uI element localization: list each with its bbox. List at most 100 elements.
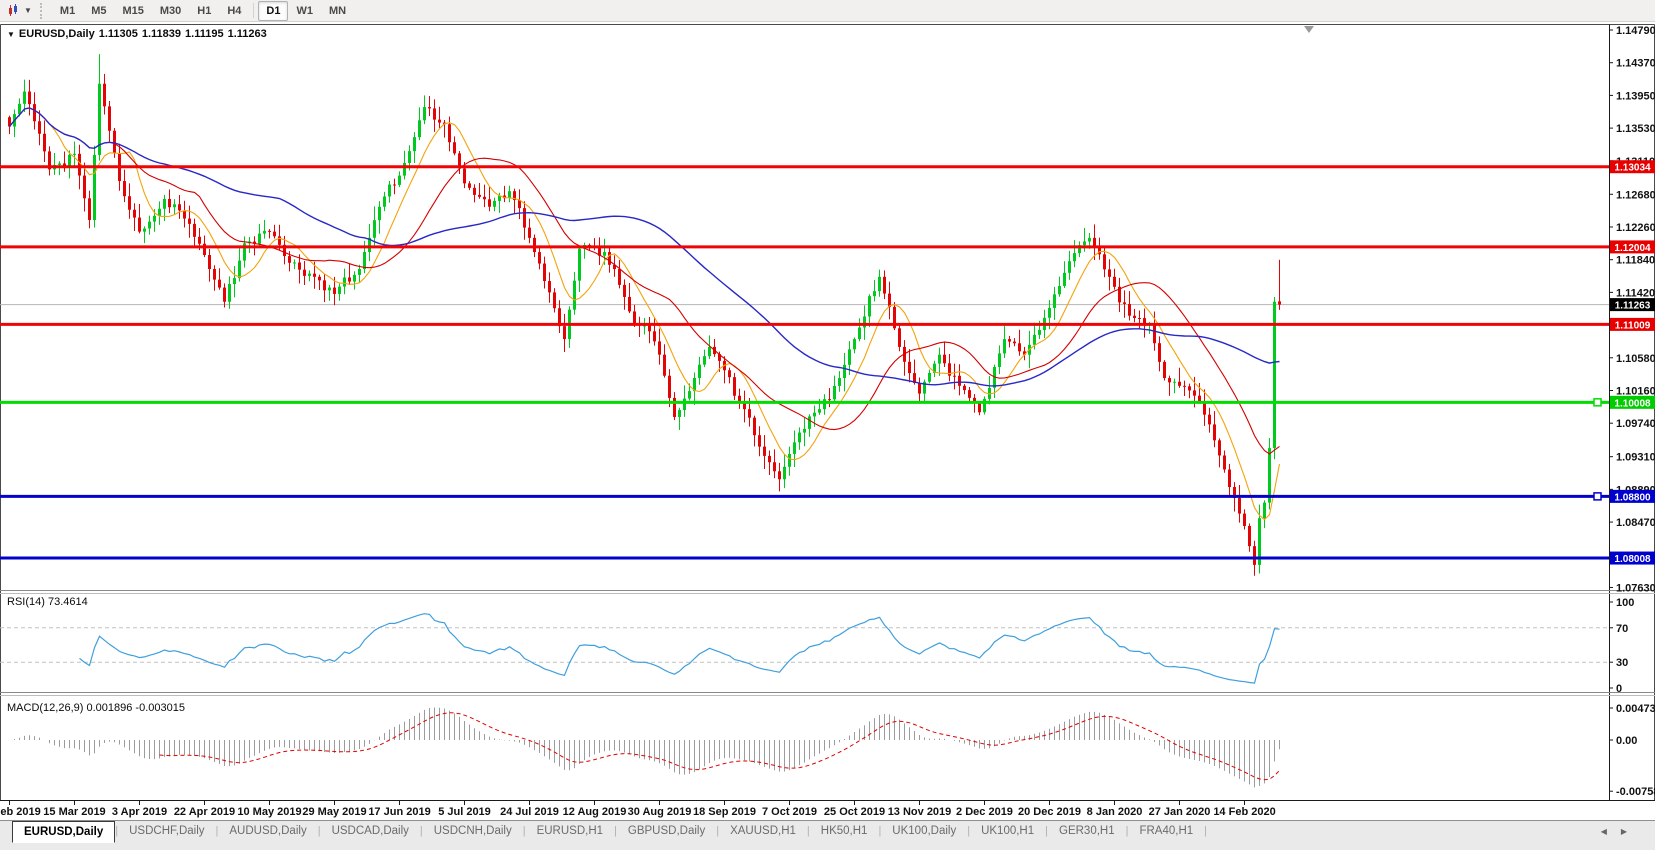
chart-symbol-label: EURUSD,Daily [19, 28, 95, 40]
tab-fra40-h1[interactable]: FRA40,H1 [1128, 822, 1204, 841]
svg-text:20 Dec 2019: 20 Dec 2019 [1018, 806, 1081, 818]
chart-title: ▼ EURUSD,Daily 1.11305 1.11839 1.11195 1.1126… [7, 28, 267, 40]
candlestick-chart-icon [8, 4, 22, 17]
timeframe-button-M5[interactable]: M5 [83, 1, 114, 21]
svg-text:14 Feb 2020: 14 Feb 2020 [1213, 806, 1275, 818]
svg-text:13 Nov 2019: 13 Nov 2019 [888, 806, 952, 818]
timeframe-button-MN[interactable]: MN [321, 1, 354, 21]
svg-text:1.09310: 1.09310 [1616, 452, 1655, 464]
toolbar-separator [253, 3, 254, 18]
svg-text:1.11420: 1.11420 [1616, 287, 1655, 299]
svg-text:1.10160: 1.10160 [1616, 385, 1655, 397]
ohlc-high: 1.11839 [142, 28, 181, 40]
svg-text:1.13034: 1.13034 [1614, 163, 1651, 174]
symbol-tabs: EURUSD,Daily|USDCHF,Daily|AUDUSD,Daily|U… [12, 821, 1207, 843]
hline-1.08800[interactable] [0, 493, 1609, 500]
macd-indicator-label: MACD(12,26,9) 0.001896 -0.003015 [7, 702, 185, 714]
svg-text:2 Dec 2019: 2 Dec 2019 [956, 806, 1013, 818]
timeframe-button-D1[interactable]: D1 [258, 1, 288, 21]
tab-xauusd-h1[interactable]: XAUUSD,H1 [719, 822, 807, 841]
tab-scroll-right-icon[interactable]: ▶ [1621, 827, 1627, 836]
tab-uk100-h1[interactable]: UK100,H1 [970, 822, 1045, 841]
tab-audusd-daily[interactable]: AUDUSD,Daily [218, 822, 317, 841]
rsi-panel [0, 628, 1609, 662]
ohlc-close: 1.11263 [228, 28, 267, 40]
tab-usdchf-daily[interactable]: USDCHF,Daily [118, 822, 215, 841]
hline-drag-handle [1594, 399, 1601, 406]
svg-text:100: 100 [1616, 597, 1634, 609]
svg-text:1.08800: 1.08800 [1614, 492, 1651, 503]
tab-usdcad-daily[interactable]: USDCAD,Daily [321, 822, 420, 841]
svg-text:24 Jul 2019: 24 Jul 2019 [500, 806, 559, 818]
tab-gbpusd-daily[interactable]: GBPUSD,Daily [617, 822, 716, 841]
price-marker-1.10008: 1.10008 [1610, 396, 1655, 410]
svg-text:10 May 2019: 10 May 2019 [237, 806, 301, 818]
svg-text:1.10580: 1.10580 [1616, 353, 1655, 365]
toolbar-grip [40, 3, 46, 19]
rsi-line [80, 614, 1280, 683]
svg-text:1.11263: 1.11263 [1615, 301, 1651, 312]
tab-uk100-daily[interactable]: UK100,Daily [881, 822, 967, 841]
svg-text:-0.0075844: -0.0075844 [1616, 786, 1655, 798]
timeframe-button-M30[interactable]: M30 [152, 1, 189, 21]
price-axis: 1.147901.143701.139501.135301.131101.126… [1609, 25, 1655, 798]
tab-usdcnh-daily[interactable]: USDCNH,Daily [423, 822, 523, 841]
price-marker-1.08800: 1.08800 [1610, 490, 1655, 504]
svg-text:1.09740: 1.09740 [1616, 418, 1655, 430]
svg-text:30: 30 [1616, 657, 1628, 669]
svg-text:1.13530: 1.13530 [1616, 123, 1655, 135]
svg-text:27 Jan 2020: 27 Jan 2020 [1149, 806, 1211, 818]
svg-text:18 Sep 2019: 18 Sep 2019 [693, 806, 756, 818]
svg-text:8 Jan 2020: 8 Jan 2020 [1087, 806, 1143, 818]
timeframe-toolbar: ▼ M1M5M15M30H1H4 D1W1MN [0, 0, 1655, 22]
svg-text:0.004738: 0.004738 [1616, 703, 1655, 715]
symbol-dropdown-icon[interactable]: ▼ [7, 30, 15, 39]
svg-text:17 Jun 2019: 17 Jun 2019 [368, 806, 430, 818]
svg-text:1.11009: 1.11009 [1615, 320, 1651, 331]
svg-text:1.12260: 1.12260 [1616, 222, 1655, 234]
tab-scroll-left-icon[interactable]: ◀ [1601, 827, 1607, 836]
timeframe-button-W1[interactable]: W1 [288, 1, 321, 21]
svg-text:1.14790: 1.14790 [1616, 25, 1655, 37]
timeframe-button-M1[interactable]: M1 [52, 1, 83, 21]
price-marker-1.13034: 1.13034 [1610, 160, 1655, 174]
chart-frame [0, 25, 1655, 801]
tab-ger30-h1[interactable]: GER30,H1 [1048, 822, 1126, 841]
price-marker-1.11009: 1.11009 [1610, 318, 1655, 332]
tab-eurusd-h1[interactable]: EURUSD,H1 [526, 822, 614, 841]
chevron-down-icon: ▼ [24, 6, 32, 15]
rsi-indicator-label: RSI(14) 73.4614 [7, 596, 88, 608]
svg-text:1.12680: 1.12680 [1616, 189, 1655, 201]
hline-1.10008[interactable] [0, 399, 1609, 406]
svg-text:1.08008: 1.08008 [1614, 554, 1651, 565]
svg-text:1.07630: 1.07630 [1616, 582, 1655, 594]
svg-text:22 Apr 2019: 22 Apr 2019 [174, 806, 235, 818]
svg-text:30 Aug 2019: 30 Aug 2019 [628, 806, 692, 818]
svg-text:0: 0 [1616, 683, 1622, 695]
svg-text:1.08470: 1.08470 [1616, 517, 1655, 529]
chart-canvas[interactable]: 1.147901.143701.139501.135301.131101.126… [0, 22, 1655, 820]
svg-text:29 May 2019: 29 May 2019 [302, 806, 366, 818]
timeframe-button-H1[interactable]: H1 [189, 1, 219, 21]
tab-scroll-controls: ◀ ▶ [1601, 821, 1627, 836]
svg-text:5 Jul 2019: 5 Jul 2019 [438, 806, 491, 818]
tab-separator: | [1204, 821, 1207, 837]
svg-text:25 Feb 2019: 25 Feb 2019 [0, 806, 41, 818]
svg-text:3 Apr 2019: 3 Apr 2019 [112, 806, 167, 818]
svg-text:12 Aug 2019: 12 Aug 2019 [563, 806, 627, 818]
timeframe-button-H4[interactable]: H4 [219, 1, 249, 21]
chart-type-button[interactable]: ▼ [4, 3, 36, 18]
svg-text:1.12004: 1.12004 [1614, 243, 1651, 254]
tab-eurusd-daily[interactable]: EURUSD,Daily [12, 821, 115, 843]
timeframe-buttons: M1M5M15M30H1H4 D1W1MN [52, 1, 354, 21]
timeframe-button-M15[interactable]: M15 [114, 1, 151, 21]
svg-text:1.13950: 1.13950 [1616, 90, 1655, 102]
svg-text:7 Oct 2019: 7 Oct 2019 [762, 806, 817, 818]
svg-text:25 Oct 2019: 25 Oct 2019 [824, 806, 885, 818]
svg-text:15 Mar 2019: 15 Mar 2019 [43, 806, 105, 818]
ohlc-low: 1.11195 [185, 28, 224, 40]
price-marker-1.12004: 1.12004 [1610, 240, 1655, 254]
ohlc-open: 1.11305 [99, 28, 138, 40]
chart-window: 1.147901.143701.139501.135301.131101.126… [0, 22, 1655, 820]
tab-hk50-h1[interactable]: HK50,H1 [810, 822, 879, 841]
